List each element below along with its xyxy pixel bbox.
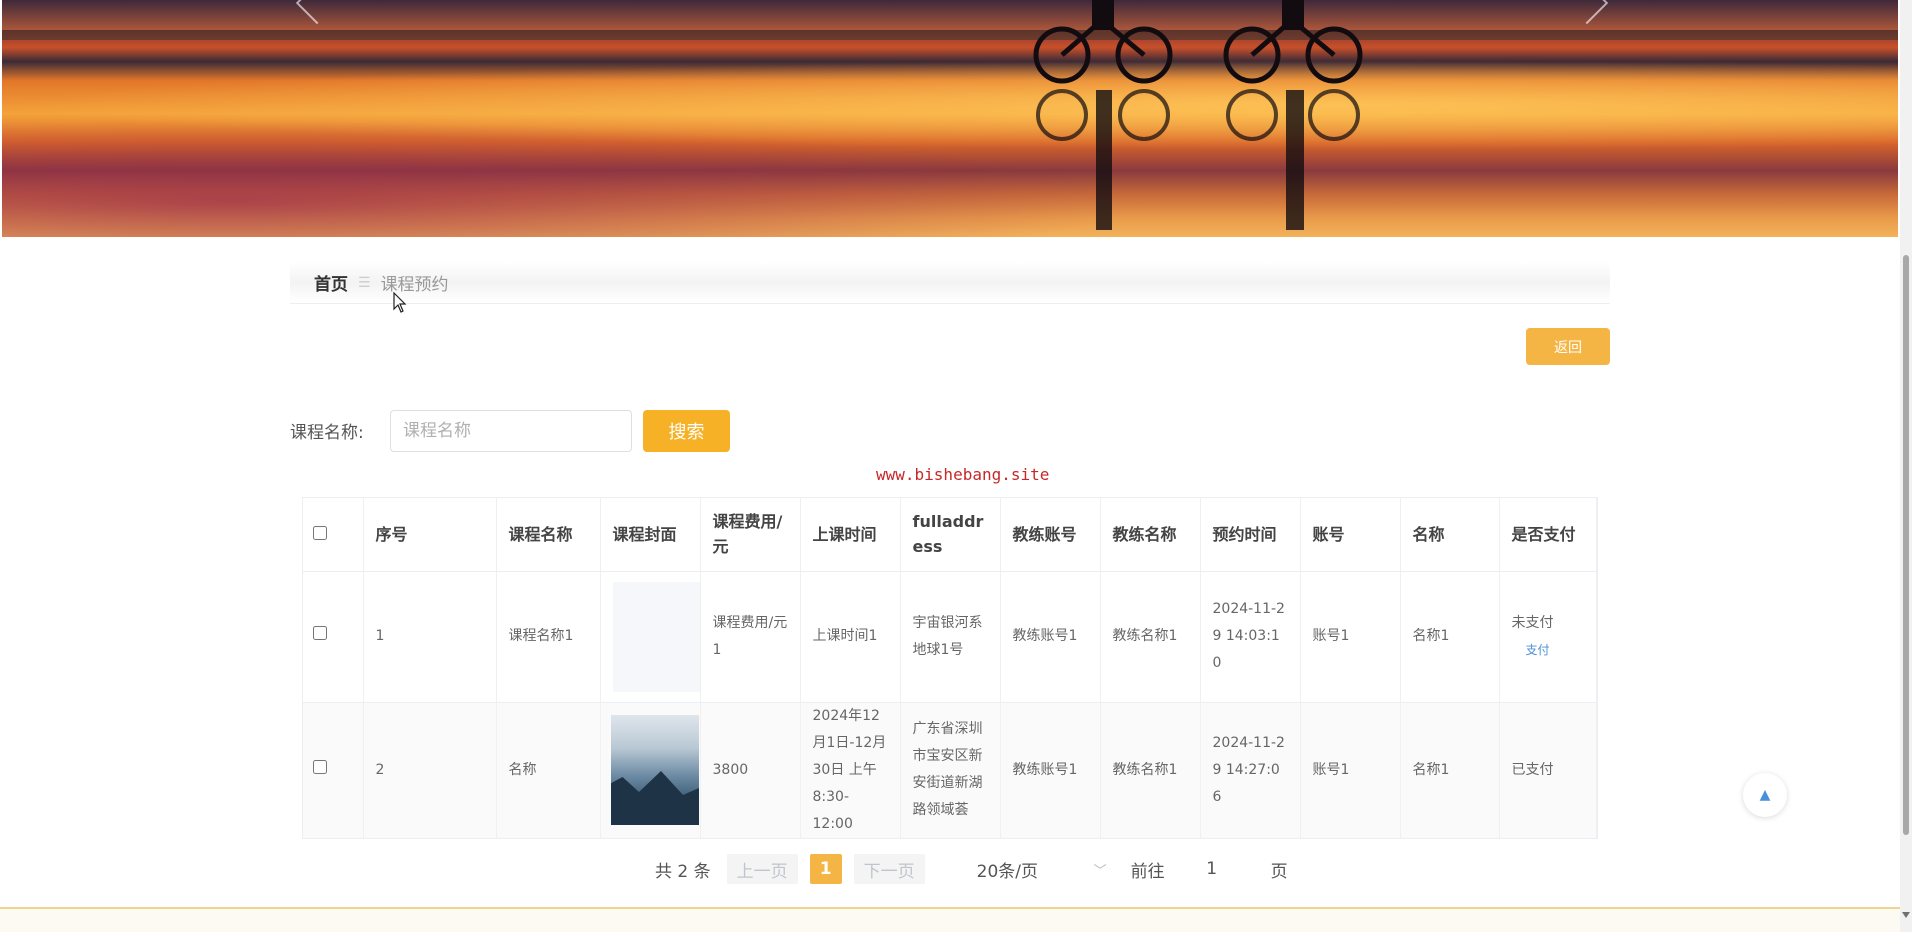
- breadcrumb-home[interactable]: 首页: [314, 270, 348, 295]
- breadcrumb-separator-icon: ☰: [358, 274, 371, 291]
- header-cover: 课程封面: [600, 498, 701, 572]
- course-cover-image: [610, 715, 699, 825]
- page-number-1[interactable]: 1: [809, 854, 842, 884]
- cell-address: 宇宙银河系地球1号: [900, 571, 1001, 703]
- cell-name: 名称1: [1400, 571, 1500, 703]
- cell-coach-name: 教练名称1: [1100, 702, 1201, 838]
- cell-fee: 3800: [700, 702, 801, 838]
- header-class-time: 上课时间: [800, 498, 901, 572]
- prev-page-button[interactable]: 上一页: [726, 854, 798, 884]
- cell-index: 2: [363, 702, 497, 838]
- header-address: fulladdress: [900, 498, 1001, 572]
- mouse-cursor-icon: [393, 292, 407, 313]
- search-label: 课程名称:: [290, 423, 364, 443]
- watermark-text: www.bishebang.site: [876, 465, 1050, 484]
- cell-course-name: 课程名称1: [496, 571, 601, 703]
- cell-course-name: 名称: [496, 702, 601, 838]
- cell-account: 账号1: [1300, 702, 1401, 838]
- pagination: 共 2 条 上一页 1 下一页 20条/页 ﹀ 前往 1 页: [655, 852, 1288, 886]
- header-fee: 课程费用/元: [700, 498, 801, 572]
- table-header-row: 序号 课程名称 课程封面 课程费用/元 上课时间 fulladdress 教练账…: [303, 498, 1597, 572]
- course-name-search-input[interactable]: [390, 410, 632, 452]
- cell-coach-account: 教练账号1: [1000, 702, 1101, 838]
- row-checkbox[interactable]: [313, 759, 327, 774]
- pagination-total: 共 2 条: [655, 861, 711, 882]
- banner-carousel: [2, 0, 1898, 237]
- goto-label: 前往: [1130, 861, 1165, 882]
- header-paid: 是否支付: [1499, 498, 1597, 572]
- header-index: 序号: [363, 498, 497, 572]
- pay-link[interactable]: 支付: [1512, 637, 1585, 664]
- page-size-value: 20条/页: [976, 861, 1038, 882]
- course-cover-image: [612, 581, 701, 692]
- cell-booking-time: 2024-11-29 14:27:06: [1200, 702, 1301, 838]
- cell-paid-status: 已支付: [1499, 702, 1597, 838]
- cell-coach-account: 教练账号1: [1000, 571, 1101, 703]
- breadcrumb: 首页 ☰ 课程预约: [290, 262, 1610, 304]
- breadcrumb-current: 课程预约: [380, 275, 449, 295]
- table-row: 2 名称 3800 2024年12月1日-12月30日 上午8:30-12:00…: [303, 702, 1597, 838]
- header-account: 账号: [1300, 498, 1401, 572]
- cell-account: 账号1: [1300, 571, 1401, 703]
- cell-class-time: 2024年12月1日-12月30日 上午8:30-12:00: [800, 702, 901, 838]
- chevron-down-icon: ﹀: [1093, 863, 1107, 879]
- header-coach-account: 教练账号: [1000, 498, 1101, 572]
- table-row: 1 课程名称1 课程费用/元1 上课时间1 宇宙银河系地球1号 教练账号1 教练…: [303, 571, 1597, 703]
- select-all-checkbox[interactable]: [313, 525, 327, 540]
- cell-booking-time: 2024-11-29 14:03:10: [1200, 571, 1301, 703]
- header-name: 名称: [1400, 498, 1500, 572]
- cell-address: 广东省深圳市宝安区新安街道新湖路领域荟: [900, 702, 1001, 838]
- cell-paid-status: 未支付: [1511, 614, 1554, 631]
- bookings-table: 序号 课程名称 课程封面 课程费用/元 上课时间 fulladdress 教练账…: [302, 497, 1598, 839]
- cyclists-silhouette-icon: [1033, 0, 1363, 230]
- scroll-down-icon[interactable]: [1902, 912, 1910, 918]
- search-button[interactable]: 搜索: [643, 410, 730, 452]
- header-booking-time: 预约时间: [1200, 498, 1301, 572]
- page-scrollbar[interactable]: [1900, 0, 1912, 932]
- next-page-button[interactable]: 下一页: [853, 854, 925, 884]
- row-checkbox[interactable]: [313, 626, 327, 640]
- goto-page-input[interactable]: 1: [1177, 859, 1247, 879]
- cell-index: 1: [363, 571, 497, 703]
- caret-up-icon: ▲: [1759, 787, 1771, 803]
- header-course-name: 课程名称: [496, 498, 601, 572]
- back-button[interactable]: 返回: [1526, 328, 1610, 365]
- page-size-select[interactable]: 20条/页 ﹀: [977, 857, 1107, 882]
- cell-coach-name: 教练名称1: [1100, 571, 1201, 703]
- scrollbar-thumb[interactable]: [1903, 255, 1909, 835]
- cell-name: 名称1: [1400, 702, 1500, 838]
- cell-fee: 课程费用/元1: [700, 571, 801, 703]
- footer-edge: [0, 907, 1900, 932]
- cell-class-time: 上课时间1: [800, 571, 901, 703]
- goto-unit-label: 页: [1270, 861, 1288, 882]
- page: 首页 ☰ 课程预约 返回 课程名称: 搜索 www.bishebang.site…: [0, 0, 1912, 932]
- back-to-top-button[interactable]: ▲: [1743, 773, 1787, 817]
- header-coach-name: 教练名称: [1100, 498, 1201, 572]
